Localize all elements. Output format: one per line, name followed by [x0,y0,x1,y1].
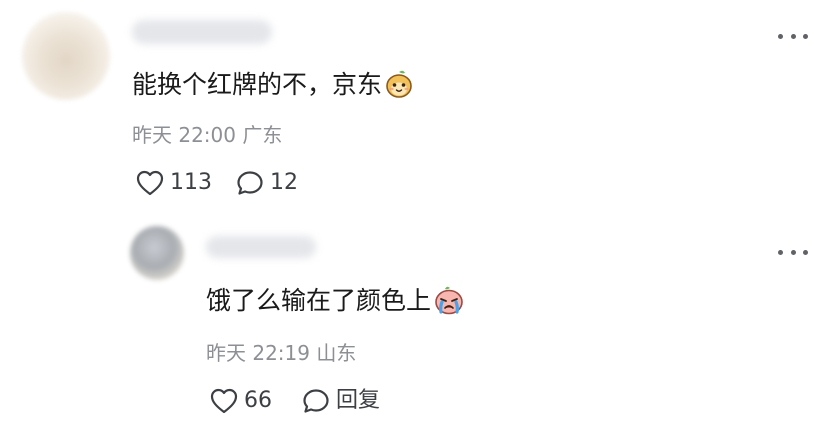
reply-meta: 昨天 22:19 山东 [206,341,357,365]
comment-text: 能换个红牌的不，京东 [132,70,383,99]
avatar[interactable] [22,12,110,100]
comment-bubble-icon [303,389,329,413]
reply-more-options-icon[interactable] [778,242,808,262]
reply-avatar[interactable] [130,226,184,280]
reply-button[interactable]: 回复 [302,388,380,414]
username-blurred[interactable] [132,20,272,44]
comment-body: 能换个红牌的不，京东 [132,68,414,108]
pear-face-icon [384,69,414,108]
reply-label: 回复 [336,388,381,413]
reply-like-button[interactable]: 66 [210,388,272,414]
reply-count: 12 [270,170,298,195]
comment-meta: 昨天 22:00 广东 [132,123,283,147]
heart-icon [136,170,164,196]
more-options-icon[interactable] [778,26,808,46]
reply-username-blurred[interactable] [206,236,316,258]
like-button[interactable]: 113 [136,170,212,196]
like-count: 113 [170,170,212,195]
comment-bubble-icon [237,171,263,195]
crying-face-icon [433,285,465,324]
reply-like-count: 66 [244,388,272,413]
reply-text: 饿了么输在了颜色上 [206,286,432,315]
reply-count-button[interactable]: 12 [236,170,298,196]
heart-icon [210,388,238,414]
reply-body: 饿了么输在了颜色上 [206,284,465,324]
